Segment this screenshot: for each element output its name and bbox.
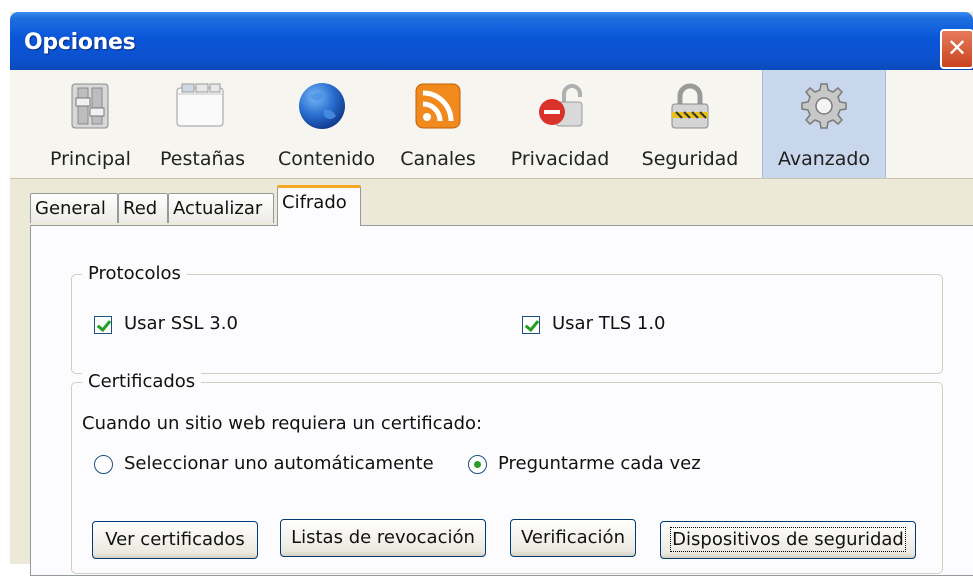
toolbar-label: Canales xyxy=(400,148,476,170)
security-devices-button[interactable]: Dispositivos de seguridad xyxy=(660,521,916,559)
toolbar-item-contenido[interactable]: Contenido xyxy=(278,70,376,178)
toolbar-label: Contenido xyxy=(278,148,376,170)
toolbar-label: Avanzado xyxy=(777,148,871,170)
toolbar-item-seguridad[interactable]: Seguridad xyxy=(640,70,740,178)
switch-icon xyxy=(71,83,109,129)
options-toolbar: Principal Pestañas Contenido Canales Pri… xyxy=(10,70,973,179)
auto-select-label[interactable]: Seleccionar uno automáticamente xyxy=(124,453,434,474)
close-button[interactable]: ✕ xyxy=(940,29,973,69)
tab-cifrado[interactable]: Cifrado xyxy=(277,185,361,226)
ssl-label[interactable]: Usar SSL 3.0 xyxy=(124,313,238,334)
toolbar-label: Principal xyxy=(50,148,131,170)
toolbar-item-privacidad[interactable]: Privacidad xyxy=(510,70,610,178)
tab-red[interactable]: Red xyxy=(118,193,168,223)
revocation-lists-button[interactable]: Listas de revocación xyxy=(280,519,486,557)
tls-checkbox[interactable] xyxy=(522,316,540,334)
toolbar-item-principal[interactable]: Principal xyxy=(50,70,131,178)
options-window: Opciones ✕ Principal Pestañas Contenido … xyxy=(10,12,973,576)
tab-actualizar[interactable]: Actualizar xyxy=(168,193,274,223)
tls-label[interactable]: Usar TLS 1.0 xyxy=(552,313,666,334)
verification-button[interactable]: Verificación xyxy=(510,519,636,557)
globe-icon xyxy=(299,83,345,129)
toolbar-label: Pestañas xyxy=(160,148,246,170)
toolbar-item-pestanas[interactable]: Pestañas xyxy=(160,70,246,178)
title-bar[interactable]: Opciones ✕ xyxy=(10,12,973,72)
privacy-lock-icon xyxy=(539,84,583,127)
toolbar-label: Seguridad xyxy=(641,148,739,170)
protocols-group: Protocolos Usar SSL 3.0 Usar TLS 1.0 xyxy=(71,263,943,374)
ask-every-time-label[interactable]: Preguntarme cada vez xyxy=(498,453,701,474)
ask-every-time-radio[interactable] xyxy=(468,455,487,474)
auto-select-radio[interactable] xyxy=(94,455,113,474)
certificate-prompt: Cuando un sitio web requiera un certific… xyxy=(82,413,483,434)
certificates-legend: Certificados xyxy=(82,371,202,392)
tab-general[interactable]: General xyxy=(30,193,118,223)
toolbar-item-canales[interactable]: Canales xyxy=(398,70,478,178)
rss-icon xyxy=(415,83,461,129)
toolbar-label: Privacidad xyxy=(510,148,610,170)
certificates-group: Certificados Cuando un sitio web requier… xyxy=(71,371,943,574)
padlock-icon xyxy=(671,83,709,129)
toolbar-item-avanzado[interactable]: Avanzado xyxy=(762,70,886,178)
cifrado-panel: Protocolos Usar SSL 3.0 Usar TLS 1.0 Cer… xyxy=(30,225,973,576)
protocols-legend: Protocolos xyxy=(82,263,187,284)
gear-icon xyxy=(801,83,847,129)
ssl-checkbox[interactable] xyxy=(94,316,112,334)
tabs-icon xyxy=(176,83,224,127)
close-icon: ✕ xyxy=(946,34,968,62)
view-certificates-button[interactable]: Ver certificados xyxy=(92,521,258,559)
window-title: Opciones xyxy=(24,30,136,55)
